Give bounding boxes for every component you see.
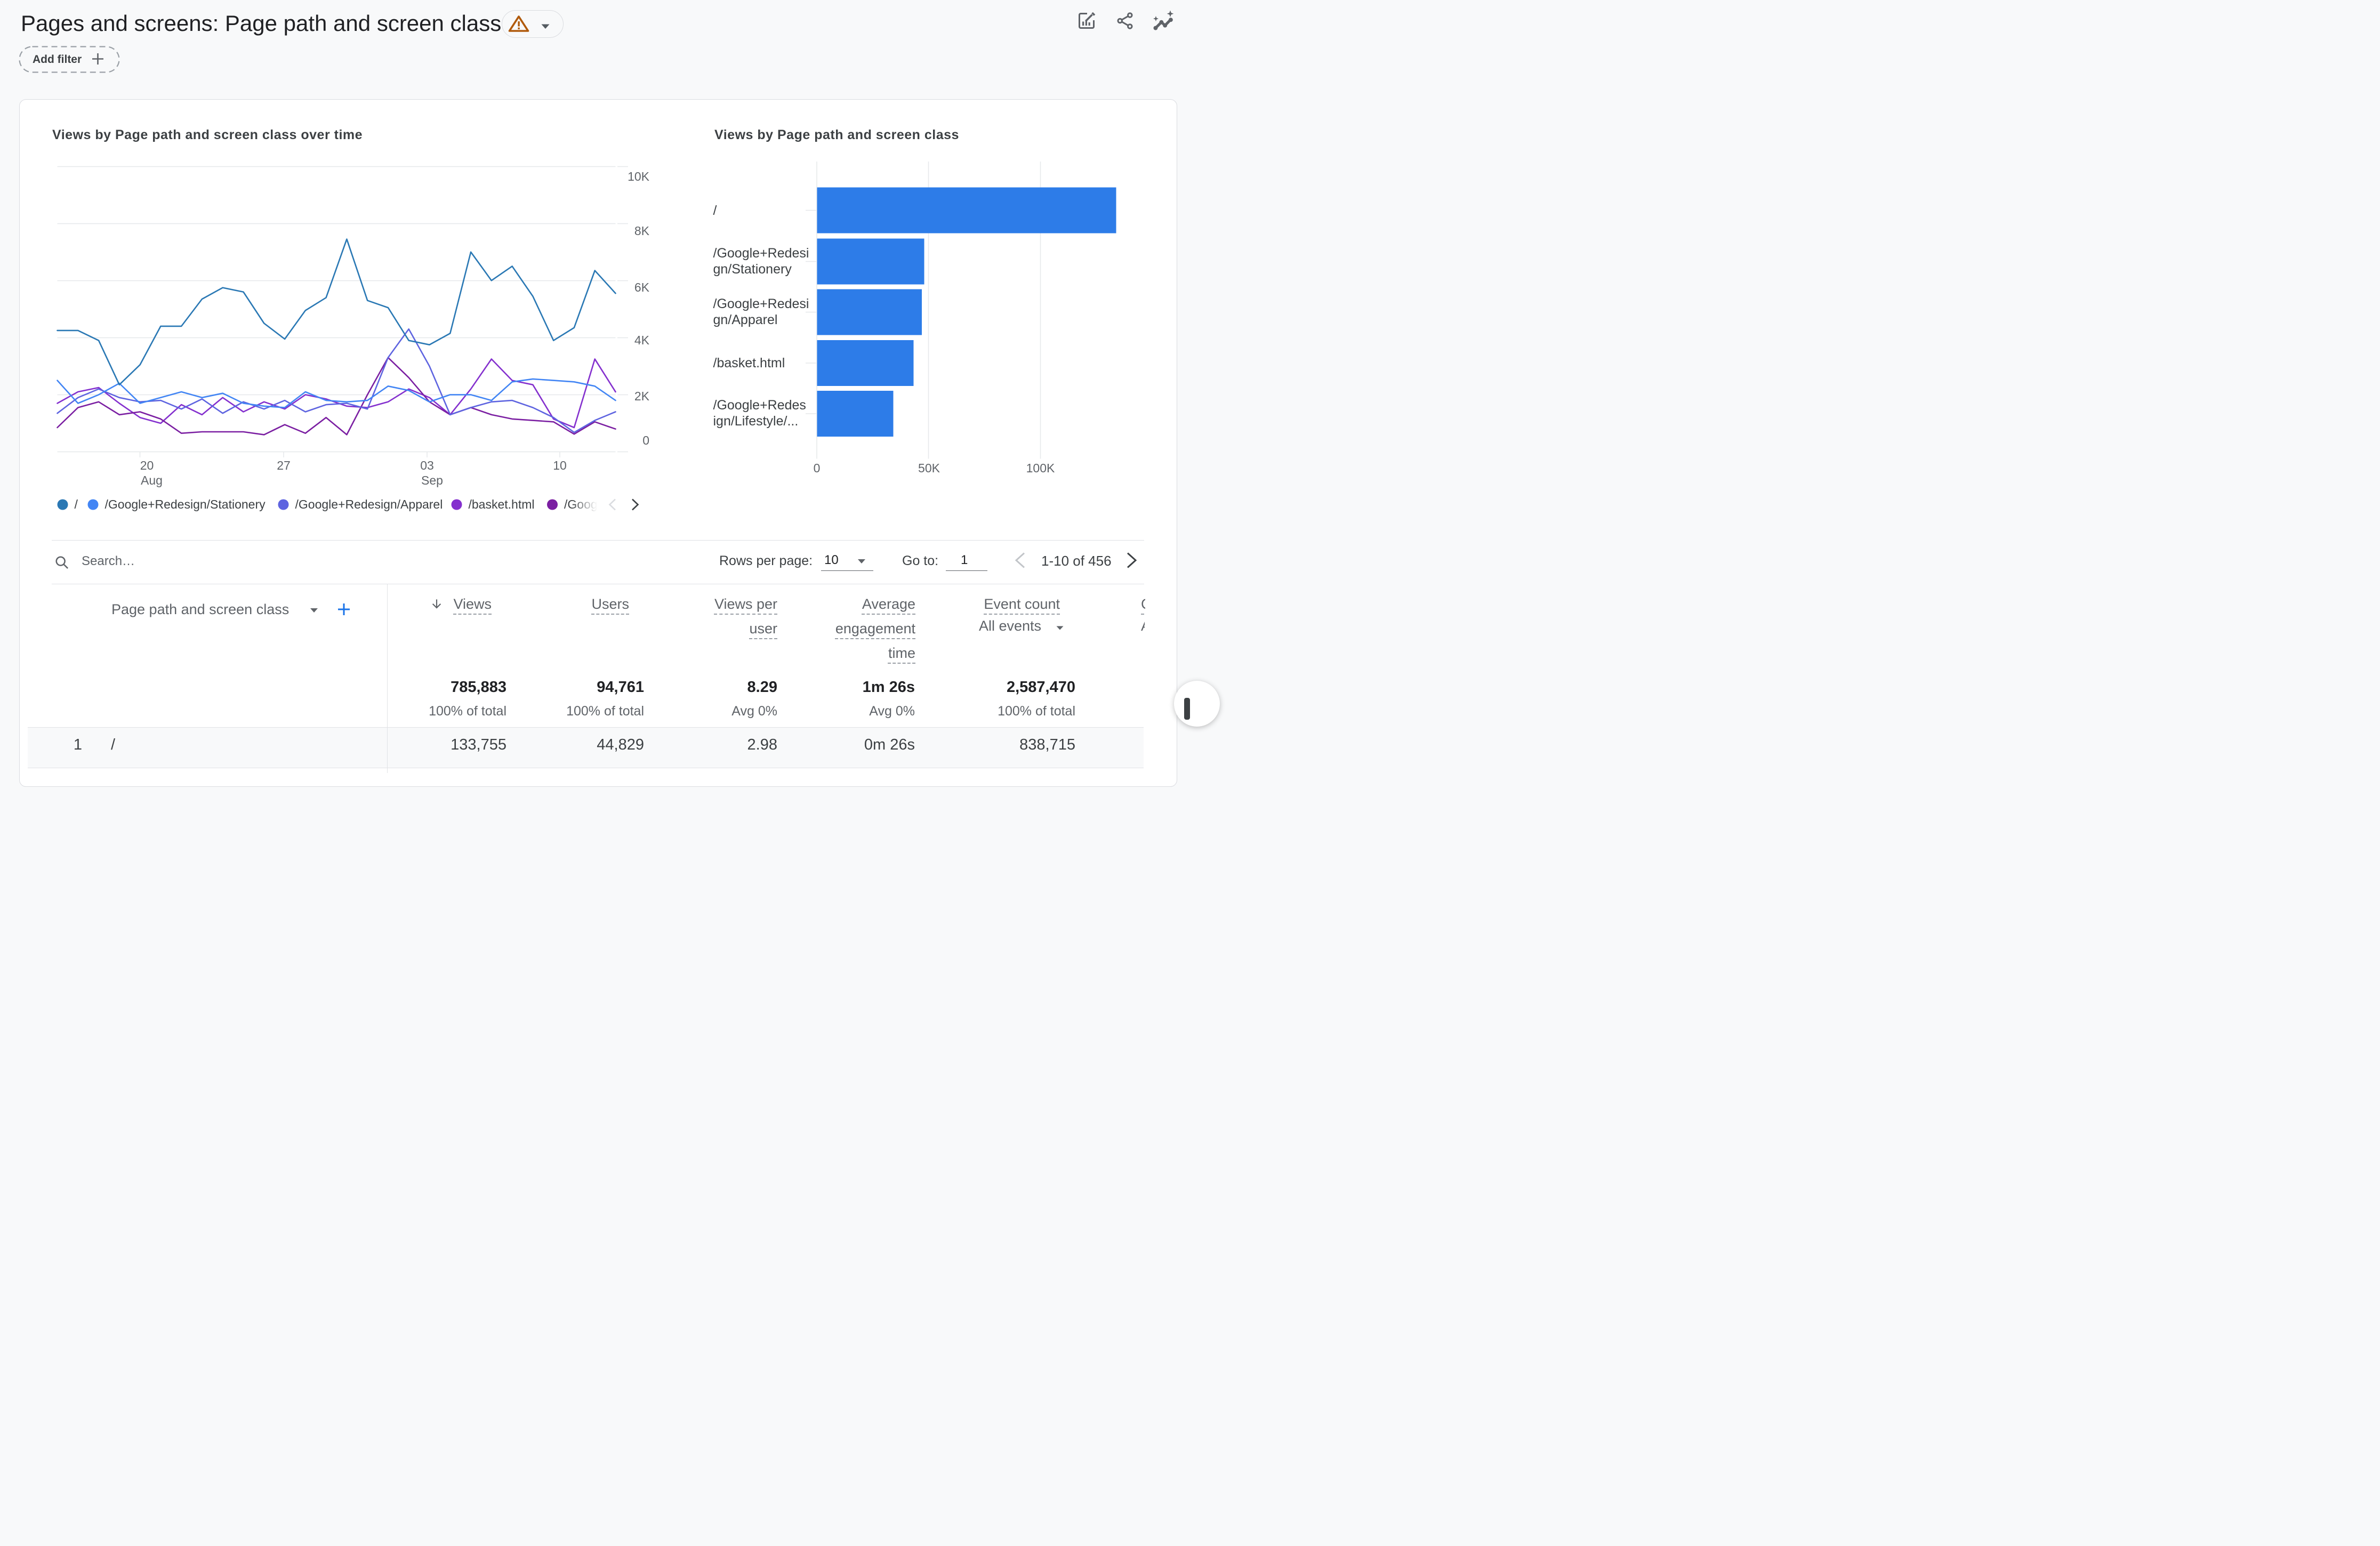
svg-text:/: /: [713, 203, 717, 218]
svg-text:10K: 10K: [628, 170, 650, 183]
svg-text:50K: 50K: [918, 461, 940, 475]
svg-text:/Google+Redes: /Google+Redes: [713, 398, 806, 413]
svg-text:27: 27: [277, 458, 291, 472]
svg-text:/basket.html: /basket.html: [469, 497, 535, 511]
svg-text:100K: 100K: [1026, 461, 1055, 475]
svg-text:03: 03: [420, 458, 434, 472]
svg-text:0: 0: [814, 461, 821, 475]
svg-text:/Google+Redesi: /Google+Redesi: [713, 296, 809, 311]
svg-text:4K: 4K: [634, 333, 650, 347]
svg-text:8K: 8K: [634, 224, 650, 238]
svg-text:/basket.html: /basket.html: [713, 356, 785, 371]
svg-text:/Google+Redesign/Stationery: /Google+Redesign/Stationery: [105, 497, 266, 511]
svg-text:/Google+Redesign/Apparel: /Google+Redesign/Apparel: [295, 497, 443, 511]
svg-text:2K: 2K: [634, 389, 650, 403]
svg-text:6K: 6K: [634, 280, 650, 294]
svg-text:10: 10: [553, 458, 567, 472]
svg-text:Aug: Aug: [141, 473, 163, 487]
svg-text:20: 20: [140, 458, 154, 472]
svg-text:gn/Apparel: gn/Apparel: [713, 312, 778, 327]
svg-text:Sep: Sep: [421, 473, 443, 487]
svg-text:/: /: [75, 497, 78, 511]
svg-text:/Google+Redesi: /Google+Redesi: [713, 246, 809, 261]
svg-text:0: 0: [642, 433, 649, 447]
svg-text:gn/Stationery: gn/Stationery: [713, 262, 792, 277]
svg-text:ign/Lifestyle/...: ign/Lifestyle/...: [713, 414, 799, 429]
